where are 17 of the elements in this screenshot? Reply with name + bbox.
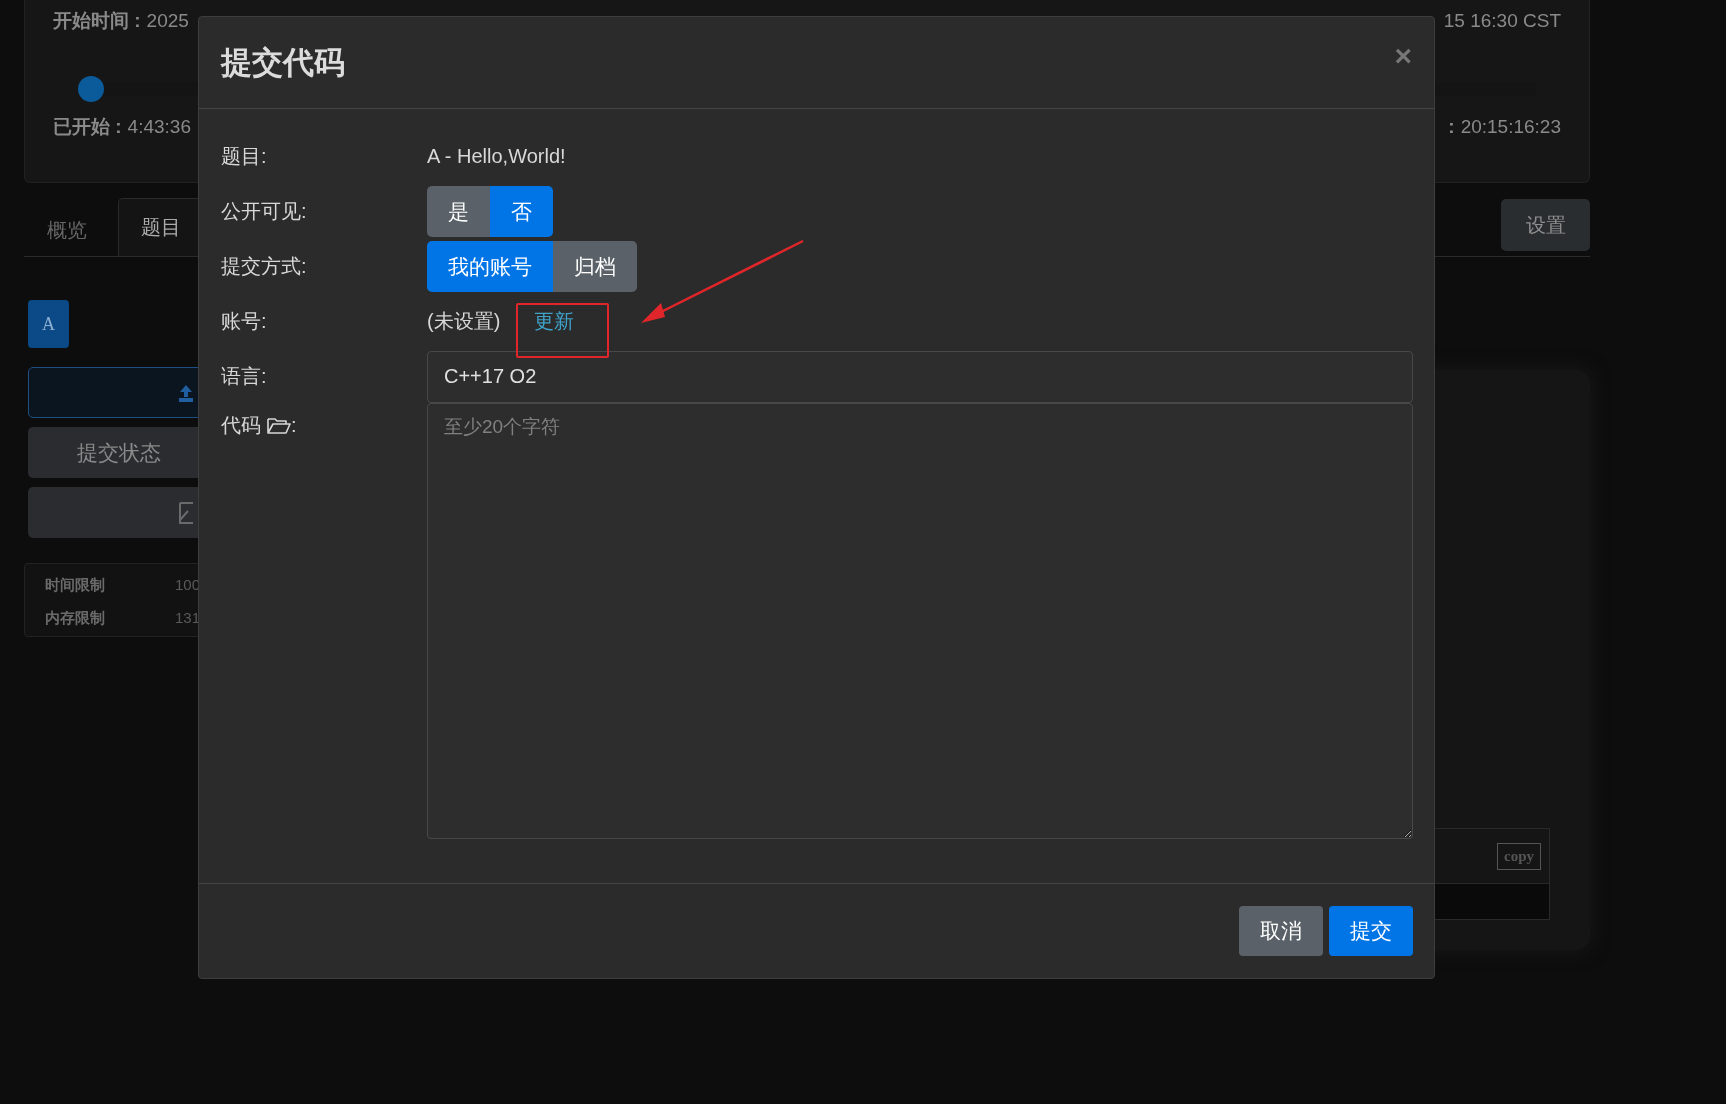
field-label: 语言: (221, 364, 268, 389)
start-time-label: 开始时间 : (53, 10, 141, 31)
account-value: (未设置) (427, 309, 501, 334)
dialog-title: 提交代码 (221, 43, 345, 82)
elapsed-label: 已开始 : (53, 116, 122, 137)
remaining-value: 20:15:16:23 (1460, 116, 1561, 137)
limit-label: 内存限制 (45, 609, 106, 628)
start-time-value: 2025 (146, 10, 189, 31)
elapsed-value: 4:43:36 (127, 116, 191, 137)
limit-value: 131 (175, 609, 201, 628)
field-label: 账号: (221, 309, 268, 334)
limit-label: 时间限制 (45, 576, 106, 595)
field-label: 题目: (221, 144, 268, 169)
remaining-label: : (1448, 116, 1455, 137)
problem-name: A - Hello,World! (427, 145, 567, 168)
field-label: 提交方式: (221, 254, 308, 279)
end-time-value: 15 16:30 CST (1443, 10, 1561, 32)
